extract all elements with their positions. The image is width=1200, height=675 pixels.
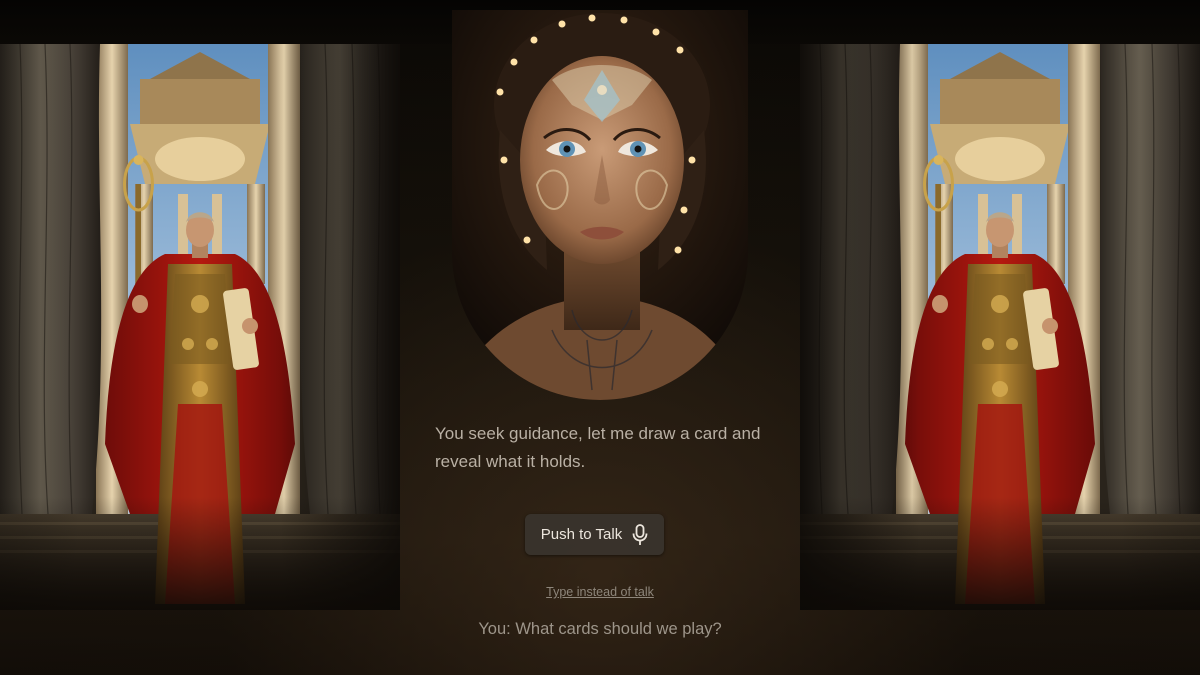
microphone-icon	[632, 523, 648, 546]
type-instead-link[interactable]: Type instead of talk	[546, 585, 654, 599]
tarot-card-image-left	[0, 44, 400, 610]
user-transcript-line: You: What cards should we play?	[478, 620, 722, 638]
push-to-talk-button[interactable]: Push to Talk	[525, 514, 664, 555]
push-to-talk-label: Push to Talk	[540, 526, 623, 543]
app-stage: You seek guidance, let me draw a card an…	[0, 0, 1200, 675]
emperor-illustration	[800, 44, 1200, 610]
oracle-message: You seek guidance, let me draw a card an…	[435, 424, 761, 471]
tarot-card-image-right	[800, 44, 1200, 610]
oracle-face-illustration	[452, 10, 748, 400]
oracle-avatar	[452, 10, 748, 400]
emperor-illustration	[0, 44, 400, 610]
